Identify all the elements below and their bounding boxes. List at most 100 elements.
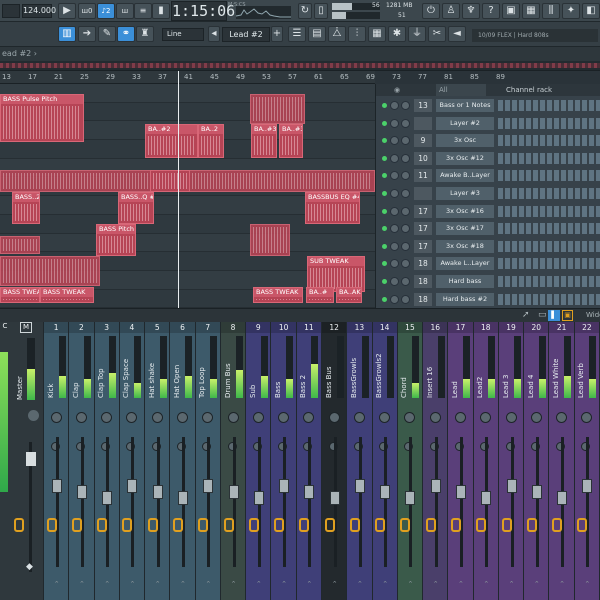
wait-button[interactable]: ♪2 [97,3,115,19]
strip-route-icon[interactable]: ⌃ [558,580,566,588]
plug-icon[interactable]: ⏚ [408,26,426,42]
playlist-clip[interactable]: BA..#3 [251,124,277,158]
playlist-clip[interactable] [250,94,305,124]
channel-volume-knob[interactable] [390,153,399,163]
channel-mute-led[interactable] [382,191,387,196]
channel-volume-knob[interactable] [390,171,399,181]
strip-fader[interactable] [405,491,416,506]
channel-name-button[interactable]: Bass or 1 Notes [436,99,494,112]
playlist-clip[interactable] [250,224,290,256]
channel-mute-led[interactable] [382,103,387,108]
channel-pan-knob[interactable] [401,189,410,198]
keyboard-icon[interactable]: ▤ [308,26,326,42]
step-sequencer[interactable] [498,117,600,129]
channel-mixer-track[interactable]: 11 [414,169,432,183]
channel-row[interactable]: 18 Hard bass #2 [376,291,600,308]
pattern-prev-button[interactable]: ◂ [208,26,220,42]
strip-pan-knob[interactable] [328,412,340,423]
channel-name-button[interactable]: Layer #3 [436,187,494,200]
channel-volume-knob[interactable] [390,101,399,110]
playlist-clip[interactable]: BASS TWEAK [0,287,40,303]
channel-name-button[interactable]: Awake L..Layer [436,257,494,271]
step-sequencer[interactable] [498,100,600,111]
step-sequencer[interactable] [498,223,600,235]
channel-mixer-track[interactable]: 18 [414,257,432,271]
playlist-clip[interactable] [0,256,100,286]
channel-filter-select[interactable]: All [436,84,486,96]
playlist-clip[interactable] [0,236,40,254]
playlist-clip[interactable]: BASS TWEAK [40,287,94,303]
strip-route-icon[interactable]: ⌃ [255,580,263,588]
piano-icon[interactable]: ▥ [58,26,76,42]
channel-pan-knob[interactable] [401,241,410,251]
strip-pan-knob[interactable] [303,412,315,423]
strip-route-icon[interactable]: ⌃ [305,580,313,588]
strip-route-icon[interactable]: ⌃ [179,580,187,588]
channel-pan-knob[interactable] [401,136,410,146]
channel-pan-knob[interactable] [401,101,410,110]
strip-fx-toggle[interactable] [172,518,183,532]
strip-route-icon[interactable]: ⌃ [230,580,238,588]
strip-fader[interactable] [380,485,391,500]
pencil-icon[interactable]: ✎ [98,26,116,42]
strip-fx-toggle[interactable] [400,518,411,532]
song-button[interactable]: ш [116,3,134,19]
channel-volume-knob[interactable] [390,118,399,128]
step-sequencer[interactable] [498,258,600,270]
strip-fx-toggle[interactable] [223,518,234,532]
strip-pan-knob[interactable] [227,412,239,423]
pattern-icon[interactable]: ▦ [522,3,540,19]
channel-pan-knob[interactable] [401,259,410,269]
mixer-strip[interactable]: 13 BassGrowls ⌃ [347,322,373,600]
help-icon[interactable]: ? [482,3,500,19]
playlist-clip[interactable]: BASS Pulse Pitch [0,94,84,142]
step-sequencer[interactable] [498,293,600,305]
strip-pan-knob[interactable] [176,412,188,423]
strip-fx-toggle[interactable] [147,518,158,532]
mixer-strip[interactable]: 3 Clap Top ⌃ [94,322,120,600]
playlist-clip[interactable]: BASS..2 [12,192,40,224]
playlist-clip[interactable]: BASSBUS EQ #4 [305,192,360,224]
time-display[interactable]: 1:15:06 [171,1,235,21]
strip-pan-knob[interactable] [101,412,113,423]
step-sequencer[interactable] [498,135,600,147]
strip-fader[interactable] [177,491,188,506]
strip-fx-toggle[interactable] [274,518,285,532]
step-sequencer[interactable] [498,240,600,252]
pat-button[interactable]: ш0 [78,3,96,19]
strip-route-icon[interactable]: ⌃ [154,580,162,588]
strip-route-icon[interactable]: ⌃ [103,580,111,588]
strip-fx-toggle[interactable] [552,518,563,532]
loop-button[interactable]: ▯ [314,3,328,19]
channel-mute-led[interactable] [382,155,387,161]
channel-mixer-track[interactable]: 18 [414,292,432,306]
strip-pan-knob[interactable] [353,412,365,423]
playlist-clip[interactable]: BA..#2 [145,124,198,158]
channel-volume-knob[interactable] [390,294,399,304]
channel-mute-led[interactable] [382,226,387,232]
strip-route-icon[interactable]: ⌃ [331,580,339,588]
strip-fx-toggle[interactable] [476,518,487,532]
channel-mixer-track[interactable] [414,116,432,130]
pattern-mode-button[interactable]: ▶ [58,3,76,19]
strip-pan-knob[interactable] [480,412,492,423]
mixer-strip[interactable]: 14 BassGrowls2 ⌃ [372,322,398,600]
strip-fx-toggle[interactable] [501,518,512,532]
playlist-clip[interactable]: BA..AK [336,287,362,303]
master-link-icon[interactable]: ◆ [26,562,33,572]
playlist-clip[interactable]: BASS TWEAK [253,287,303,303]
strip-pan-knob[interactable] [202,412,214,423]
strip-fx-toggle[interactable] [299,518,310,532]
strip-pan-knob[interactable] [252,412,264,423]
power-icon[interactable]: ⏻ [422,3,440,19]
strip-fader[interactable] [455,485,466,500]
strip-route-icon[interactable]: ⌃ [128,580,136,588]
channel-mixer-track[interactable]: 18 [414,275,432,288]
sliders-icon[interactable]: ⫶ [348,26,366,42]
wrench-icon[interactable]: ✱ [388,26,406,42]
channel-mute-led[interactable] [382,138,387,144]
strip-fx-toggle[interactable] [324,518,335,532]
strip-fader[interactable] [228,485,239,500]
channel-pan-knob[interactable] [401,294,410,304]
song-mode-indicator[interactable] [2,4,20,18]
